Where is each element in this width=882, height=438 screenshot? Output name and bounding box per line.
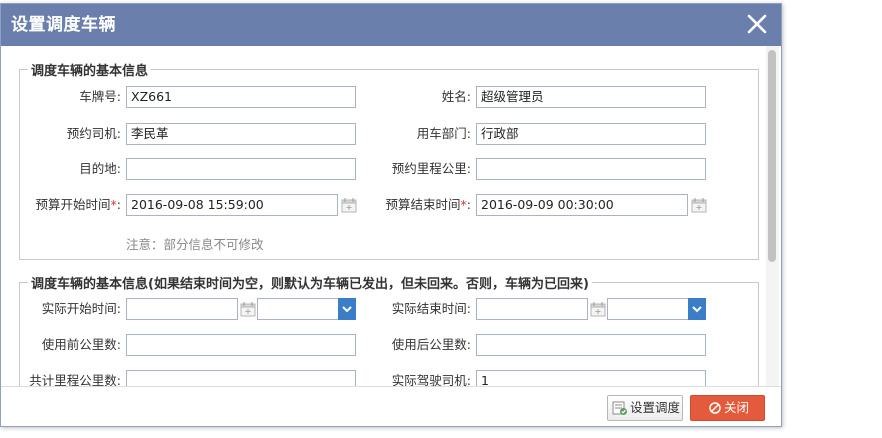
calendar-icon[interactable] <box>240 301 256 317</box>
actual-driver-input[interactable]: 1 <box>476 370 706 386</box>
close-button[interactable]: 关闭 <box>690 395 765 421</box>
driver-label: 预约司机: <box>66 126 121 141</box>
scrollbar-thumb[interactable] <box>768 50 776 262</box>
destination-label: 目的地: <box>79 161 121 176</box>
mileage-label: 预约里程公里: <box>391 161 471 176</box>
dialog-title: 设置调度车辆 <box>11 15 116 35</box>
dropdown-button[interactable] <box>688 298 706 320</box>
dialog-content: 调度车辆的基本信息 车牌号: XZ661 姓名: 超级管理员 预约司机: 李民革… <box>1 46 765 386</box>
budget-start-input[interactable]: 2016-09-08 15:59:00 <box>126 194 338 216</box>
plate-input[interactable]: XZ661 <box>126 86 356 108</box>
dept-label: 用车部门: <box>416 126 471 141</box>
km-before-input[interactable] <box>126 334 356 356</box>
driver-input[interactable]: 李民革 <box>126 123 356 145</box>
name-label: 姓名: <box>441 89 471 104</box>
actual-end-time-select[interactable] <box>607 298 706 320</box>
actual-end-label: 实际结束时间: <box>391 301 471 316</box>
vertical-scrollbar[interactable] <box>766 46 779 386</box>
set-schedule-button[interactable]: 设置调度 <box>607 395 683 421</box>
km-total-label: 共计里程公里数: <box>29 373 121 386</box>
actual-start-date-input[interactable] <box>126 298 238 320</box>
mileage-input[interactable] <box>476 158 706 180</box>
km-after-input[interactable] <box>476 334 706 356</box>
budget-end-label: 预算结束时间*: <box>385 197 471 212</box>
plate-label: 车牌号: <box>79 89 121 104</box>
chevron-down-icon <box>342 306 352 313</box>
chevron-down-icon <box>692 306 702 313</box>
dialog-footer: 设置调度 关闭 <box>1 386 781 426</box>
km-after-label: 使用后公里数: <box>391 337 471 352</box>
basic-info-legend: 调度车辆的基本信息 <box>31 64 149 79</box>
cancel-icon <box>709 402 721 414</box>
km-total-input[interactable] <box>126 370 356 386</box>
close-label: 关闭 <box>724 400 750 415</box>
destination-input[interactable] <box>126 158 356 180</box>
budget-start-label: 预算开始时间*: <box>35 197 121 212</box>
schedule-vehicle-dialog: 设置调度车辆 调度车辆的基本信息 车牌号: XZ661 姓名: 超级管理员 预约… <box>0 3 782 427</box>
schedule-icon <box>612 401 627 415</box>
name-input[interactable]: 超级管理员 <box>476 86 706 108</box>
km-before-label: 使用前公里数: <box>41 337 121 352</box>
budget-end-input[interactable]: 2016-09-09 00:30:00 <box>476 194 688 216</box>
dialog-titlebar: 设置调度车辆 <box>1 4 781 46</box>
calendar-icon[interactable] <box>590 301 606 317</box>
calendar-icon[interactable] <box>341 197 357 213</box>
notice-text: 注意：部分信息不可修改 <box>126 237 264 252</box>
calendar-icon[interactable] <box>691 197 707 213</box>
actual-driver-label: 实际驾驶司机: <box>391 373 471 386</box>
actual-start-label: 实际开始时间: <box>41 301 121 316</box>
actual-end-date-input[interactable] <box>476 298 588 320</box>
set-schedule-label: 设置调度 <box>630 400 681 415</box>
dept-input[interactable]: 行政部 <box>476 123 706 145</box>
actual-info-legend: 调度车辆的基本信息(如果结束时间为空，则默认为车辆已发出，但未回来。否则，车辆为… <box>31 277 589 292</box>
close-icon[interactable] <box>743 10 771 38</box>
dropdown-button[interactable] <box>338 298 356 320</box>
actual-start-time-select[interactable] <box>257 298 356 320</box>
